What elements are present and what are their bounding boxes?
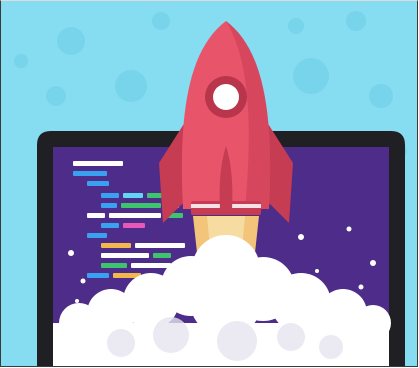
sky-dot <box>14 54 28 68</box>
code-line <box>87 233 107 238</box>
code-line <box>101 253 149 258</box>
code-line <box>101 263 127 268</box>
code-line <box>123 193 143 198</box>
sky-dot <box>288 18 304 34</box>
sky-dot <box>293 58 329 94</box>
code-line <box>87 213 105 218</box>
sky-dot <box>152 12 170 30</box>
smoke-shade <box>107 329 135 357</box>
sky-dot <box>115 70 147 102</box>
code-line <box>73 171 107 176</box>
code-line <box>101 223 119 228</box>
code-line <box>121 203 161 208</box>
smoke-puff <box>59 303 99 343</box>
code-line <box>73 161 123 166</box>
sparkle <box>80 278 86 284</box>
smoke-shade <box>217 321 257 361</box>
code-line <box>153 253 171 258</box>
code-line <box>123 223 145 228</box>
sky-dot <box>369 84 393 108</box>
code-line <box>87 273 109 278</box>
sky-dot <box>57 27 85 55</box>
rocket-laptop-illustration <box>1 1 417 366</box>
sky-dot <box>46 86 66 106</box>
code-line <box>87 181 109 186</box>
illustration-frame <box>0 0 418 367</box>
rocket-window <box>213 84 239 110</box>
code-line <box>135 243 185 248</box>
code-line <box>101 243 131 248</box>
smoke-shade <box>319 335 343 359</box>
smoke-puff <box>355 305 391 341</box>
code-line <box>101 193 119 198</box>
sparkle <box>346 226 352 232</box>
code-line <box>101 203 117 208</box>
code-line <box>131 263 171 268</box>
sparkle <box>358 284 364 290</box>
sky-dot <box>346 11 366 31</box>
sparkle <box>298 234 304 240</box>
smoke-shade <box>277 323 305 351</box>
sparkle <box>315 269 319 273</box>
smoke-shade <box>153 317 189 353</box>
code-line <box>109 213 161 218</box>
sparkle <box>370 260 376 266</box>
sparkle <box>75 299 79 303</box>
sparkle <box>68 250 74 256</box>
